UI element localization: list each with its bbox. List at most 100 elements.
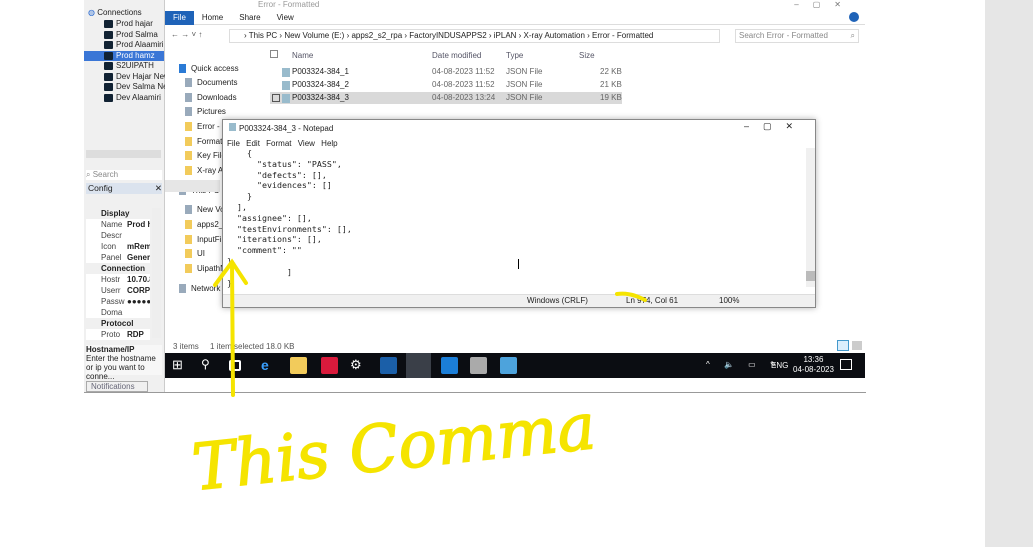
menu-format[interactable]: Format <box>266 139 291 148</box>
tab-share[interactable]: Share <box>231 11 268 25</box>
file-checkbox[interactable] <box>272 68 280 76</box>
location-icon <box>179 64 186 74</box>
property-row[interactable]: Panel General <box>86 252 150 263</box>
rdp-icon[interactable] <box>470 357 487 374</box>
connection-item[interactable]: Prod hamz <box>84 50 164 61</box>
property-value: 10.70.88.1 <box>127 275 150 284</box>
connection-icon <box>104 30 113 39</box>
nav-item[interactable]: Documents <box>185 78 237 88</box>
tab-view[interactable]: View <box>269 11 302 25</box>
property-category[interactable]: Protocol <box>86 318 150 329</box>
nav-item[interactable]: Formatt <box>185 137 225 147</box>
property-row[interactable]: Proto RDP <box>86 329 150 340</box>
nav-item[interactable]: X-ray A <box>185 166 223 176</box>
nav-item[interactable]: Pictures <box>185 107 226 117</box>
col-size[interactable]: Size <box>579 51 595 60</box>
nav-item[interactable]: UipathN <box>185 264 226 274</box>
notepad-taskbar-icon[interactable] <box>406 353 431 378</box>
breadcrumb-item[interactable]: New Volume (E:) <box>284 31 344 40</box>
file-row[interactable]: P003324-384_1 04-08-2023 11:52 JSON File 22… <box>270 66 622 78</box>
help-icon[interactable] <box>849 12 859 22</box>
ie-icon[interactable]: e <box>261 357 278 374</box>
connection-item[interactable]: Prod Alaamiri <box>84 40 164 51</box>
property-category[interactable]: Connection <box>86 263 150 274</box>
menu-view[interactable]: View <box>298 139 315 148</box>
menu-file[interactable]: File <box>227 139 240 148</box>
nav-item[interactable]: Key File <box>185 151 226 161</box>
col-date[interactable]: Date modified <box>432 51 481 60</box>
task-view-icon[interactable] <box>229 360 241 371</box>
app-c-icon[interactable] <box>321 357 338 374</box>
notepad-window: P003324-384_3 - Notepad –▢✕ File Edit Fo… <box>222 119 816 308</box>
property-row[interactable]: Hostr 10.70.88.1 <box>86 274 150 285</box>
file-type: JSON File <box>506 67 543 76</box>
property-category[interactable]: Display <box>86 208 150 219</box>
property-row[interactable]: Descr <box>86 230 150 241</box>
app-icon[interactable] <box>500 357 517 374</box>
search-icon[interactable]: ⚲ <box>201 357 218 374</box>
property-row[interactable]: Doma <box>86 307 150 318</box>
file-row[interactable]: P003324-384_2 04-08-2023 11:52 JSON File 21… <box>270 79 622 91</box>
property-row[interactable]: Userr CORP\AD <box>86 285 150 296</box>
nav-item[interactable]: Downloads <box>185 93 237 103</box>
breadcrumb-item[interactable]: FactoryINDUSAPPS2 <box>409 31 486 40</box>
address-bar[interactable]: › This PC › New Volume (E:) › apps2_s2_r… <box>229 29 720 43</box>
col-type[interactable]: Type <box>506 51 523 60</box>
menu-edit[interactable]: Edit <box>246 139 260 148</box>
file-checkbox[interactable] <box>272 81 280 89</box>
start-icon[interactable]: ⊞ <box>172 357 189 374</box>
nav-item[interactable]: UI <box>185 249 205 259</box>
sharepoint-icon[interactable] <box>441 357 458 374</box>
breadcrumb-item[interactable]: This PC <box>249 31 277 40</box>
connection-item[interactable]: Dev Hajar New <box>84 72 170 83</box>
notification-center-icon[interactable] <box>840 359 852 370</box>
menu-help[interactable]: Help <box>321 139 337 148</box>
settings-icon[interactable]: ⚙ <box>350 357 367 374</box>
tab-file[interactable]: File <box>165 11 194 25</box>
file-name: P003324-384_2 <box>292 80 349 89</box>
breadcrumb-item[interactable]: X-ray Automation <box>524 31 585 40</box>
window-controls[interactable]: –▢✕ <box>794 0 855 9</box>
taskbar: ⊞ ⚲ e ⚙ ^ 🔈 ▭ ✎ ENG 13:36 04-08-2023 <box>165 353 865 378</box>
powershell-icon[interactable] <box>380 357 397 374</box>
large-icons-button[interactable] <box>852 341 862 350</box>
language-indicator[interactable]: ENG <box>771 361 788 370</box>
clock[interactable]: 13:36 04-08-2023 <box>793 355 834 375</box>
notepad-window-controls[interactable]: –▢✕ <box>744 121 807 132</box>
tree-scrollbar[interactable] <box>86 150 161 158</box>
connection-icon <box>104 20 113 28</box>
property-row[interactable]: Passw●●●●●●● <box>86 296 150 307</box>
notepad-text-area[interactable]: { "status": "PASS", "defects": [], "evid… <box>227 148 352 288</box>
nav-item[interactable]: apps2_s <box>185 220 227 230</box>
search-input[interactable]: Search Error - Formatted ⌕ <box>735 29 859 43</box>
file-checkbox[interactable] <box>272 94 280 102</box>
nav-item[interactable]: Network <box>179 284 220 294</box>
file-size: 19 KB <box>600 93 622 102</box>
nav-item[interactable]: Quick access <box>179 64 239 74</box>
select-all-checkbox[interactable] <box>270 50 278 58</box>
file-explorer-icon[interactable] <box>290 357 307 374</box>
props-scrollbar[interactable] <box>152 208 161 338</box>
col-name[interactable]: Name <box>292 51 313 60</box>
breadcrumb-item[interactable]: Error - Formatted <box>592 31 653 40</box>
connection-item[interactable]: S2UIPATH <box>84 61 164 72</box>
nav-item[interactable]: Error - F <box>185 122 227 132</box>
tab-home[interactable]: Home <box>194 11 231 25</box>
connection-item[interactable]: Dev Alaamiri <box>84 93 164 104</box>
breadcrumb-item[interactable]: iPLAN <box>494 31 517 40</box>
file-row[interactable]: P003324-384_3 04-08-2023 13:24 JSON File 19… <box>270 92 622 104</box>
connections-root[interactable]: ◍ Connections <box>88 8 142 17</box>
connection-item[interactable]: Prod hajar <box>84 19 164 30</box>
connection-item[interactable]: Dev Salma Nev <box>84 82 172 93</box>
breadcrumb-item[interactable]: apps2_s2_rpa <box>351 31 402 40</box>
connection-item[interactable]: Prod Salma <box>84 30 164 41</box>
search-input[interactable]: ⌕ Search <box>86 170 162 180</box>
vertical-scrollbar[interactable] <box>806 148 815 287</box>
notifications-tab[interactable]: Notifications <box>86 381 148 392</box>
details-view-button[interactable] <box>837 340 849 351</box>
property-row[interactable]: Icon mRemote <box>86 241 150 252</box>
close-icon[interactable]: ✕ <box>155 183 162 194</box>
nav-item[interactable]: InputFil <box>185 235 223 245</box>
property-row[interactable]: Name Prod ham <box>86 219 150 230</box>
nav-arrows[interactable]: ← → ˅ ↑ <box>171 30 202 39</box>
